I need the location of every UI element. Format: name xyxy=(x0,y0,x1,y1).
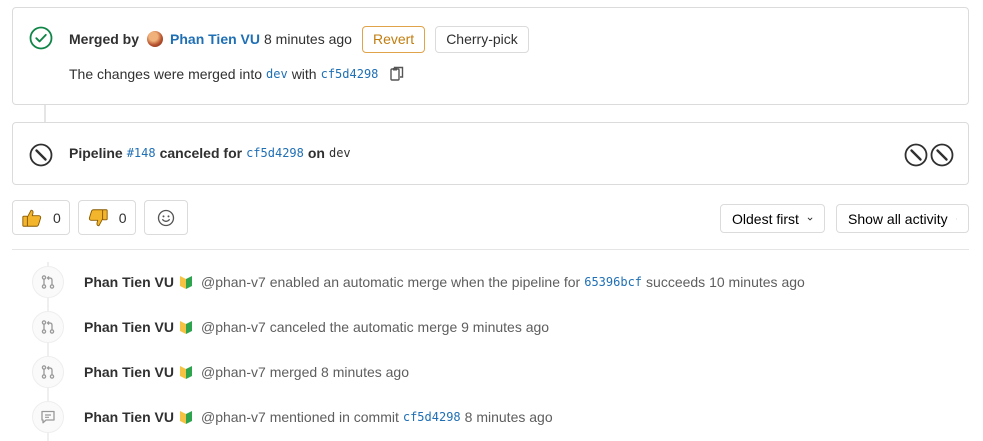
beginner-badge-icon xyxy=(179,411,192,424)
note-handle[interactable]: @phan-v7 xyxy=(201,319,266,335)
note-handle[interactable]: @phan-v7 xyxy=(201,364,266,380)
pipeline-on-text: on xyxy=(307,145,325,161)
sort-dropdown[interactable]: Oldest first xyxy=(720,204,825,233)
note-text: enabled an automatic merge when the pipe… xyxy=(269,274,581,290)
merged-by-author-link[interactable]: Phan Tien VU xyxy=(170,31,260,47)
note-text: canceled the automatic merge 9 minutes a… xyxy=(269,319,550,335)
merged-into-text: The changes were merged into xyxy=(69,66,262,82)
chevron-down-icon xyxy=(807,217,813,220)
filter-dropdown-label: Show all activity xyxy=(848,210,948,227)
merged-success-icon xyxy=(29,26,53,50)
pipeline-label: Pipeline xyxy=(69,145,123,161)
beginner-badge-icon xyxy=(179,366,192,379)
with-text: with xyxy=(291,66,317,82)
note-author[interactable]: Phan Tien VU xyxy=(84,364,174,380)
note-text: mentioned in commit xyxy=(269,409,399,425)
target-branch-link[interactable]: dev xyxy=(266,67,288,81)
pipeline-commit-link[interactable]: cf5d4298 xyxy=(246,146,304,160)
sort-dropdown-label: Oldest first xyxy=(732,210,799,227)
smiley-icon xyxy=(157,209,174,226)
merge-request-icon xyxy=(32,311,64,343)
note-author[interactable]: Phan Tien VU xyxy=(84,409,174,425)
thumbs-down-count: 0 xyxy=(118,209,127,226)
note-author[interactable]: Phan Tien VU xyxy=(84,274,174,290)
pipeline-widget: Pipeline #148 canceled for cf5d4298 on d… xyxy=(12,122,969,185)
note-text-after: 8 minutes ago xyxy=(464,409,553,425)
thumbs-up-icon xyxy=(22,209,42,227)
merge-request-icon xyxy=(32,356,64,388)
pipeline-canceled-icon[interactable] xyxy=(29,143,53,167)
thumbs-up-count: 0 xyxy=(53,209,61,226)
note-text-after: succeeds 10 minutes ago xyxy=(646,274,805,290)
merge-widget: Merged by Phan Tien VU 8 minutes ago Rev… xyxy=(12,7,969,105)
stage-canceled-icon[interactable] xyxy=(930,143,954,167)
pipeline-branch: dev xyxy=(328,146,351,160)
timeline-connector xyxy=(44,105,46,122)
avatar[interactable] xyxy=(147,31,164,47)
revert-button[interactable]: Revert xyxy=(361,25,426,53)
award-emoji-bar: 0 0 xyxy=(12,200,188,235)
merge-request-icon xyxy=(32,266,64,298)
beginner-badge-icon xyxy=(179,276,192,289)
pipeline-id-link[interactable]: #148 xyxy=(127,146,156,160)
thumbs-down-icon xyxy=(88,208,108,226)
thumbs-down-button[interactable]: 0 xyxy=(77,200,136,235)
copy-icon[interactable] xyxy=(390,66,404,82)
chevron-down-icon xyxy=(955,218,957,219)
thumbs-up-button[interactable]: 0 xyxy=(12,200,70,235)
pipeline-status-text: canceled for xyxy=(159,145,243,161)
merged-by-label: Merged by xyxy=(69,31,140,47)
merged-time: 8 minutes ago xyxy=(264,31,352,47)
cherry-pick-button[interactable]: Cherry-pick xyxy=(435,25,529,53)
divider xyxy=(12,249,969,250)
stage-canceled-icon[interactable] xyxy=(904,143,928,167)
note-handle[interactable]: @phan-v7 xyxy=(201,274,266,290)
note-author[interactable]: Phan Tien VU xyxy=(84,319,174,335)
merge-commit-link[interactable]: cf5d4298 xyxy=(321,67,379,81)
note-commit-link[interactable]: cf5d4298 xyxy=(403,410,461,424)
system-note: Phan Tien VU @phan-v7 canceled the autom… xyxy=(32,311,549,343)
beginner-badge-icon xyxy=(179,321,192,334)
add-reaction-button[interactable] xyxy=(143,200,188,235)
system-note: Phan Tien VU @phan-v7 mentioned in commi… xyxy=(32,401,553,433)
note-commit-link[interactable]: 65396bcf xyxy=(584,275,642,289)
note-text: merged 8 minutes ago xyxy=(269,364,409,380)
system-note: Phan Tien VU @phan-v7 merged 8 minutes a… xyxy=(32,356,409,388)
activity-filter-dropdown[interactable]: Show all activity xyxy=(836,204,969,233)
system-note: Phan Tien VU @phan-v7 enabled an automat… xyxy=(32,266,805,298)
note-handle[interactable]: @phan-v7 xyxy=(201,409,266,425)
pipeline-stages xyxy=(904,143,954,167)
comment-icon xyxy=(32,401,64,433)
